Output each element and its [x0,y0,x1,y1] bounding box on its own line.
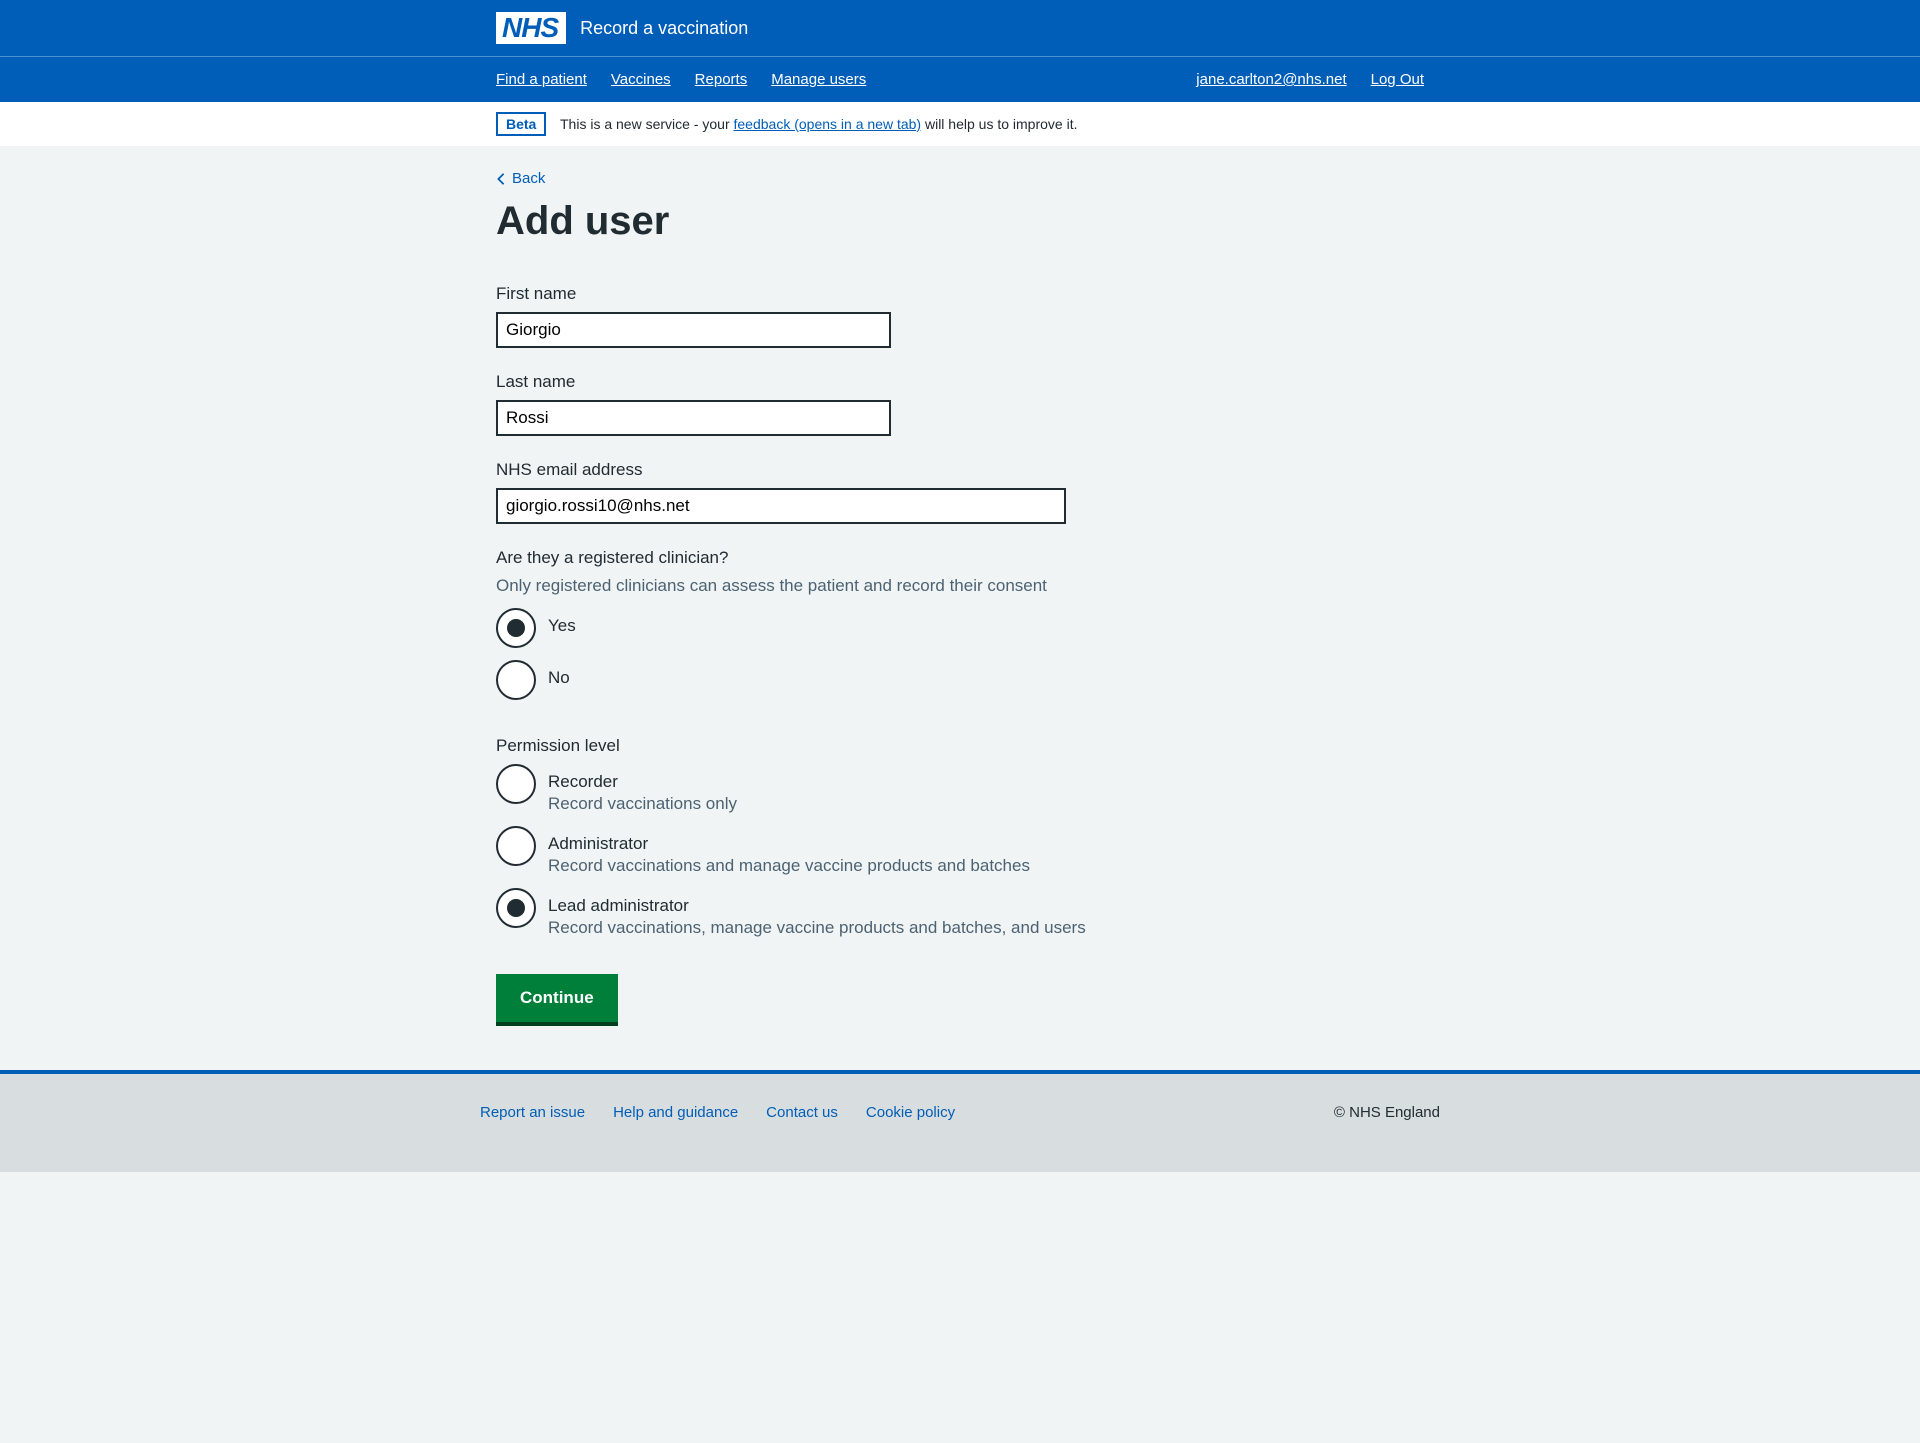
service-name: Record a vaccination [580,18,748,39]
nav-find-patient[interactable]: Find a patient [496,57,587,102]
permission-administrator-label[interactable]: Administrator Record vaccinations and ma… [548,826,1030,876]
copyright: © NHS England [1334,1104,1440,1122]
permission-recorder-radio[interactable] [496,764,536,804]
clinician-no-label[interactable]: No [548,660,570,688]
phase-text-before: This is a new service - your [560,116,734,132]
clinician-legend: Are they a registered clinician? [496,548,728,568]
permission-lead-admin-label[interactable]: Lead administrator Record vaccinations, … [548,888,1086,938]
clinician-yes-label[interactable]: Yes [548,608,576,636]
permission-lead-admin-radio[interactable] [496,888,536,928]
footer-report-issue[interactable]: Report an issue [480,1104,585,1121]
clinician-fieldset: Are they a registered clinician? Only re… [496,548,1424,712]
nav-logout[interactable]: Log Out [1371,57,1424,102]
feedback-link[interactable]: feedback (opens in a new tab) [734,116,922,132]
permission-fieldset: Permission level Recorder Record vaccina… [496,736,1424,950]
continue-button[interactable]: Continue [496,974,618,1022]
permission-administrator-radio[interactable] [496,826,536,866]
page-title: Add user [496,199,1424,244]
clinician-yes-radio[interactable] [496,608,536,648]
clinician-no-radio[interactable] [496,660,536,700]
main-content: Back Add user First name Last name NHS e… [0,146,1920,1070]
permission-legend: Permission level [496,736,620,756]
email-input[interactable] [496,488,1066,524]
last-name-input[interactable] [496,400,891,436]
nav-user-email[interactable]: jane.carlton2@nhs.net [1196,57,1346,102]
header-top: NHS Record a vaccination [496,0,1424,56]
nav-manage-users[interactable]: Manage users [771,57,866,102]
footer-cookie[interactable]: Cookie policy [866,1104,955,1121]
back-link[interactable]: Back [496,170,545,187]
last-name-label: Last name [496,372,1076,392]
chevron-left-icon [496,172,506,186]
footer-help[interactable]: Help and guidance [613,1104,738,1121]
footer-contact[interactable]: Contact us [766,1104,838,1121]
beta-tag: Beta [496,112,546,136]
phase-banner: Beta This is a new service - your feedba… [0,102,1920,146]
nhs-logo: NHS [496,12,566,44]
email-label: NHS email address [496,460,1076,480]
nav-reports[interactable]: Reports [695,57,748,102]
first-name-label: First name [496,284,1076,304]
first-name-input[interactable] [496,312,891,348]
clinician-hint: Only registered clinicians can assess th… [496,576,1424,596]
site-header: NHS Record a vaccination Find a patient … [0,0,1920,102]
primary-nav: Find a patient Vaccines Reports Manage u… [0,56,1920,102]
nav-vaccines[interactable]: Vaccines [611,57,671,102]
permission-recorder-label[interactable]: Recorder Record vaccinations only [548,764,737,814]
phase-text-after: will help us to improve it. [921,116,1077,132]
site-footer: Report an issue Help and guidance Contac… [0,1070,1920,1172]
